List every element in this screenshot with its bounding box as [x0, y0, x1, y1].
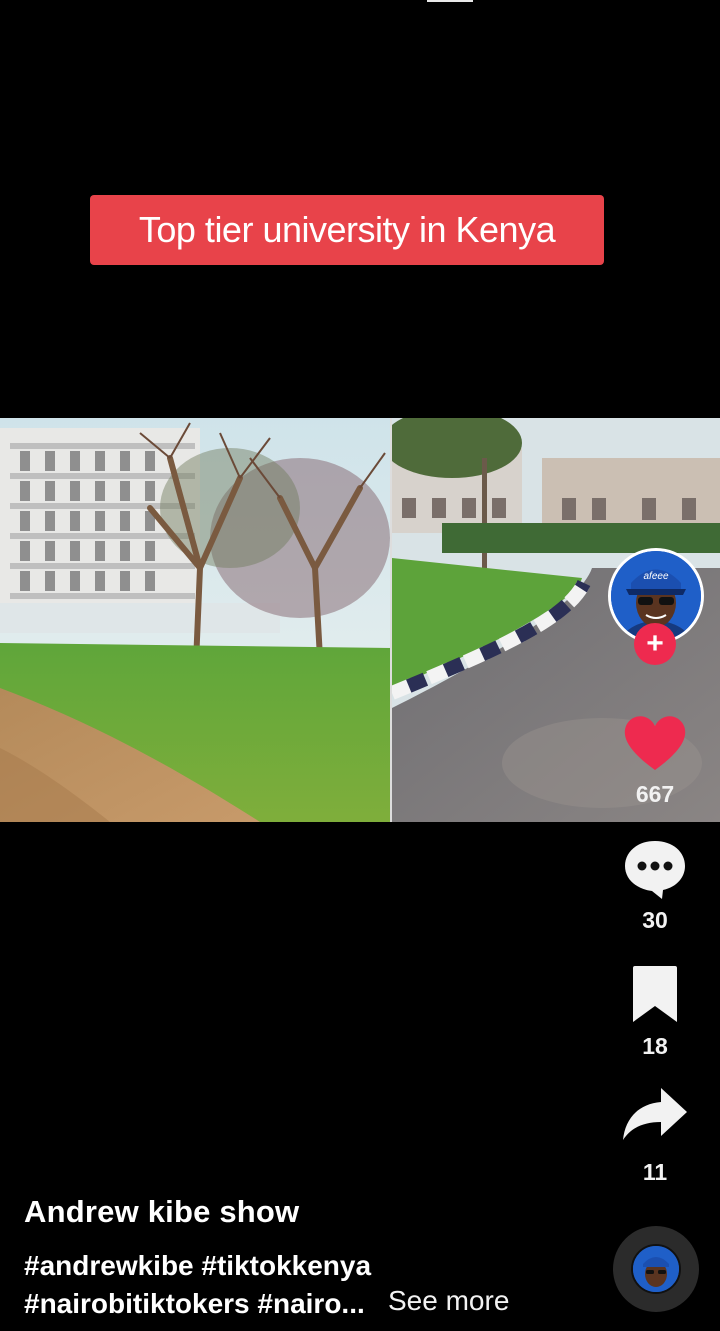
- bookmark-icon: [633, 966, 677, 1022]
- follow-button[interactable]: +: [634, 623, 676, 665]
- see-more-link[interactable]: See more: [388, 1285, 509, 1317]
- music-disc-avatar: [631, 1244, 681, 1294]
- video-caption-text: Top tier university in Kenya: [138, 209, 556, 250]
- plus-icon: +: [646, 627, 664, 660]
- post-hashtags-line2[interactable]: #nairobitiktokers #nairo...: [24, 1288, 365, 1320]
- share-count: 11: [642, 1159, 668, 1185]
- comment-button[interactable]: [618, 837, 692, 901]
- heart-icon: [624, 716, 686, 770]
- bookmark-button[interactable]: [618, 962, 692, 1026]
- share-icon: [623, 1088, 687, 1140]
- music-disc[interactable]: [613, 1226, 699, 1312]
- comment-icon: [625, 841, 685, 899]
- video-left-scene: [0, 418, 392, 822]
- svg-text:afeee: afeee: [643, 571, 668, 582]
- comment-count: 30: [642, 907, 668, 933]
- share-button[interactable]: [618, 1082, 692, 1146]
- video-caption-banner: Top tier university in Kenya: [90, 195, 604, 265]
- bookmark-count: 18: [642, 1033, 668, 1059]
- like-button[interactable]: [618, 710, 692, 774]
- video-player[interactable]: [0, 418, 720, 822]
- post-hashtags-line1[interactable]: #andrewkibe #tiktokkenya: [24, 1250, 371, 1282]
- like-count: 667: [635, 781, 675, 807]
- top-status-indicator: [427, 0, 473, 2]
- author-name[interactable]: Andrew kibe show: [24, 1194, 299, 1230]
